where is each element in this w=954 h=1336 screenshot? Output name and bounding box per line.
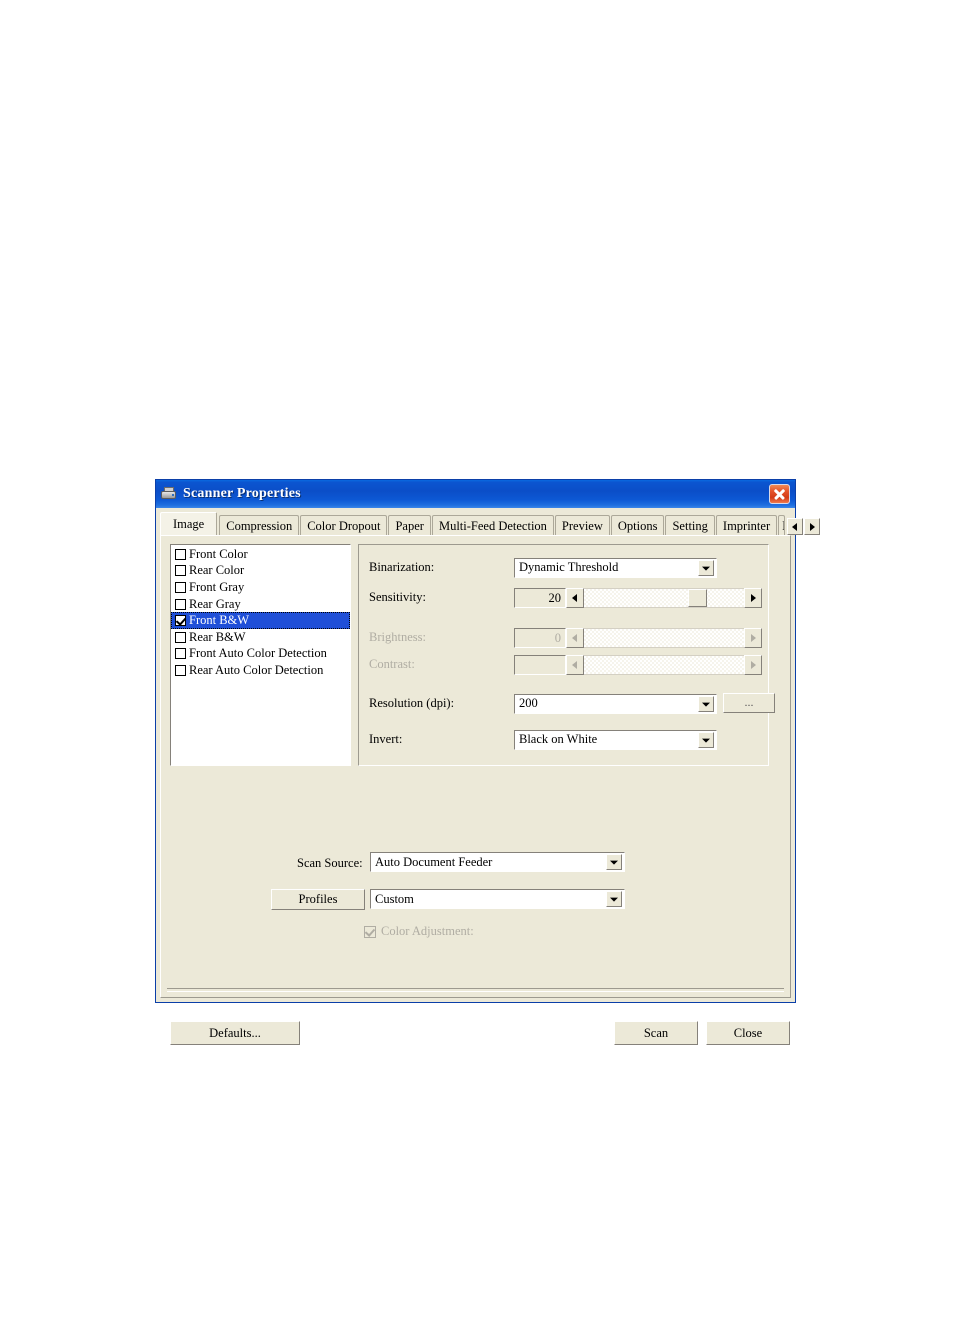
checkbox-icon[interactable] (175, 648, 186, 660)
list-item-label: Front Auto Color Detection (189, 646, 327, 661)
title-bar: Scanner Properties (156, 480, 795, 508)
sensitivity-value: 20 (514, 587, 566, 608)
scan-source-value: Auto Document Feeder (375, 854, 493, 869)
checkbox-icon[interactable] (175, 581, 186, 593)
defaults-button[interactable]: Defaults... (170, 1021, 300, 1045)
invert-label: Invert: (369, 732, 403, 746)
chevron-down-icon[interactable] (698, 695, 714, 712)
binarization-row: Binarization: Dynamic Threshold (359, 557, 768, 578)
contrast-label: Contrast: (369, 657, 415, 671)
tab-information[interactable]: In (778, 515, 786, 535)
list-item[interactable]: Front Gray (171, 579, 350, 596)
scanner-icon (160, 485, 178, 503)
resolution-select[interactable]: 200 (514, 693, 717, 714)
resolution-row: Resolution (dpi): 200 ... (359, 693, 775, 714)
invert-row: Invert: Black on White (359, 729, 768, 750)
tab-setting[interactable]: Setting (665, 515, 715, 535)
checkbox-checked-icon[interactable] (175, 615, 186, 627)
list-item-label: Rear B&W (189, 629, 246, 644)
slider-increment-icon (744, 654, 762, 675)
resolution-browse-button[interactable]: ... (723, 693, 775, 713)
invert-select[interactable]: Black on White (514, 729, 717, 750)
checkbox-icon[interactable] (175, 631, 186, 643)
resolution-label: Resolution (dpi): (369, 696, 455, 710)
image-tab-page: Front Color Rear Color Front Gray Rear G… (160, 535, 791, 1045)
color-adjustment-label: Color Adjustment: (381, 924, 474, 938)
slider-increment-icon (744, 627, 762, 648)
tab-scroll-buttons (786, 518, 821, 535)
slider-decrement-icon (566, 627, 584, 648)
checkbox-icon[interactable] (175, 565, 186, 577)
scan-source-select[interactable]: Auto Document Feeder (370, 852, 625, 872)
brightness-label: Brightness: (369, 630, 426, 644)
slider-track[interactable] (584, 587, 744, 608)
list-item[interactable]: Rear Color (171, 563, 350, 580)
scanner-properties-dialog: Scanner Properties Image Compression Col… (155, 479, 821, 1045)
checkbox-checked-disabled-icon (364, 925, 376, 938)
chevron-down-icon[interactable] (606, 854, 622, 870)
list-item-label: Rear Auto Color Detection (189, 662, 324, 677)
list-item-label: Front B&W (189, 613, 250, 628)
profiles-select[interactable]: Custom (370, 889, 625, 909)
list-item[interactable]: Rear Gray (171, 596, 350, 613)
slider-increment-icon[interactable] (744, 587, 762, 608)
tab-multi-feed-detection[interactable]: Multi-Feed Detection (431, 515, 554, 535)
brightness-slider (566, 627, 762, 648)
list-item[interactable]: Rear Auto Color Detection (171, 662, 350, 679)
tab-strip: Image Compression Color Dropout Paper Mu… (160, 512, 821, 535)
list-item[interactable]: Rear B&W (171, 629, 350, 646)
list-item-label: Front Color (189, 546, 248, 561)
slider-thumb[interactable] (688, 588, 707, 607)
slider-decrement-icon (566, 654, 584, 675)
sensitivity-label: Sensitivity: (369, 590, 426, 604)
tab-options[interactable]: Options (610, 515, 665, 535)
list-item-label: Rear Gray (189, 596, 241, 611)
color-adjustment-checkbox: Color Adjustment: (364, 924, 474, 939)
close-icon[interactable] (769, 484, 790, 504)
sensitivity-row: Sensitivity: 20 (359, 587, 768, 608)
list-item-label: Rear Color (189, 563, 245, 578)
tab-paper[interactable]: Paper (388, 515, 431, 535)
profiles-value: Custom (375, 891, 414, 906)
scan-source-label: Scan Source: (297, 856, 363, 870)
brightness-value: 0 (514, 627, 566, 648)
slider-track (584, 627, 744, 648)
window-title: Scanner Properties (183, 486, 301, 501)
close-button[interactable]: Close (706, 1021, 790, 1045)
binarization-label: Binarization: (369, 560, 435, 574)
slider-track (584, 654, 744, 675)
contrast-value (514, 654, 566, 675)
contrast-slider (566, 654, 762, 675)
sensitivity-slider[interactable] (566, 587, 762, 608)
image-settings-group: Binarization: Dynamic Threshold Sensitiv… (358, 544, 775, 766)
checkbox-icon[interactable] (175, 664, 186, 676)
tab-scroll-left-icon[interactable] (787, 518, 804, 535)
contrast-row: Contrast: (359, 654, 768, 675)
chevron-down-icon[interactable] (698, 559, 714, 576)
list-item[interactable]: Front Color (171, 546, 350, 563)
chevron-down-icon[interactable] (606, 891, 622, 907)
chevron-down-icon[interactable] (698, 731, 714, 748)
tab-imprinter[interactable]: Imprinter (715, 515, 778, 535)
brightness-row: Brightness: 0 (359, 627, 768, 648)
checkbox-icon[interactable] (175, 598, 186, 610)
scan-button[interactable]: Scan (614, 1021, 698, 1045)
slider-decrement-icon[interactable] (566, 587, 584, 608)
binarization-value: Dynamic Threshold (519, 560, 619, 574)
checkbox-icon[interactable] (175, 548, 186, 560)
image-selection-list[interactable]: Front Color Rear Color Front Gray Rear G… (170, 544, 351, 766)
list-item-label: Front Gray (189, 579, 245, 594)
tab-preview[interactable]: Preview (554, 515, 610, 535)
binarization-select[interactable]: Dynamic Threshold (514, 557, 717, 578)
tab-compression[interactable]: Compression (219, 515, 300, 535)
footer-divider (167, 988, 784, 992)
profiles-button[interactable]: Profiles (271, 889, 365, 910)
list-item[interactable]: Front Auto Color Detection (171, 646, 350, 663)
tab-image[interactable]: Image (160, 512, 218, 535)
tab-color-dropout[interactable]: Color Dropout (300, 515, 388, 535)
resolution-value: 200 (519, 696, 538, 710)
invert-value: Black on White (519, 732, 598, 746)
tab-scroll-right-icon[interactable] (804, 518, 821, 535)
list-item-front-bw[interactable]: Front B&W (171, 612, 350, 629)
